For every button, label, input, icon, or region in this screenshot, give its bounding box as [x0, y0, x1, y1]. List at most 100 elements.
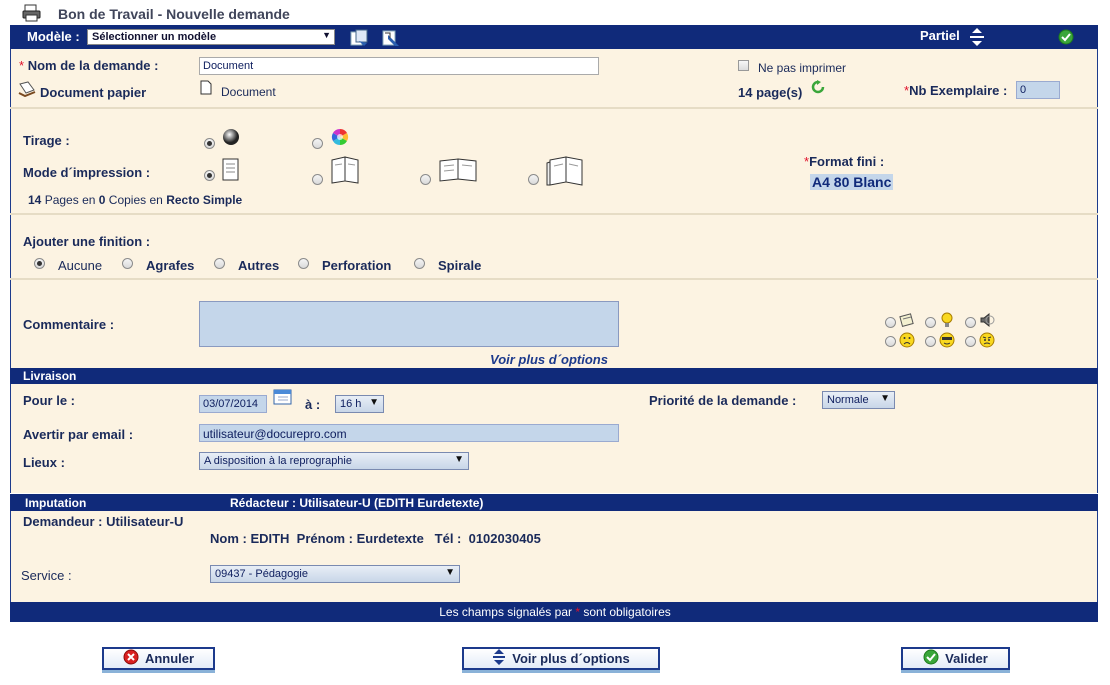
annuler-button[interactable]: Annuler	[102, 647, 215, 670]
impression-summary: 14 Pages en 0 Copies en Recto Simple	[28, 193, 243, 207]
finition-autres-label: Autres	[238, 258, 280, 273]
mode-recto-verso-radio[interactable]	[312, 174, 323, 185]
annuler-label: Annuler	[144, 651, 195, 666]
redacteur-text: Rédacteur : Utilisateur-U (EDITH Eurdete…	[230, 496, 484, 510]
emoji-4-radio[interactable]	[885, 336, 896, 347]
page-count: 14 page(s)	[738, 85, 803, 100]
heure-select[interactable]: 16 h ▼	[335, 395, 384, 413]
smiley-angry-icon	[979, 332, 995, 351]
expand-vertical-icon[interactable]	[969, 27, 985, 50]
chevron-down-icon: ▼	[445, 567, 455, 578]
color-wheel-icon	[331, 128, 349, 149]
mode-impression-label: Mode d´impression :	[23, 165, 151, 180]
note-icon	[899, 312, 915, 331]
tirage-couleur-radio[interactable]	[312, 138, 323, 149]
edit-model-icon[interactable]	[382, 29, 402, 50]
smiley-sad-icon	[899, 332, 915, 351]
finition-perforation-radio[interactable]	[298, 258, 309, 269]
page-title: Bon de Travail - Nouvelle demande	[58, 6, 290, 22]
heure-value: 16 h	[340, 398, 362, 410]
chevron-down-icon: ▼	[322, 30, 331, 40]
finition-label: Ajouter une finition :	[23, 234, 151, 249]
voir-plus-options-link[interactable]: Voir plus d´options	[490, 352, 608, 367]
commentaire-label: Commentaire :	[23, 317, 115, 332]
finition-agrafes-radio[interactable]	[122, 258, 133, 269]
valider-label: Valider	[945, 651, 988, 666]
emoji-1-radio[interactable]	[885, 317, 896, 328]
mode-livret-radio[interactable]	[528, 174, 539, 185]
nb-exemplaire-input[interactable]: 0	[1016, 81, 1060, 99]
document-paper-icon	[18, 81, 36, 100]
voir-plus-options-button[interactable]: Voir plus d´options	[462, 647, 660, 670]
emoji-2-radio[interactable]	[925, 317, 936, 328]
chevron-down-icon: ▼	[369, 397, 379, 408]
tirage-noir-radio[interactable]	[204, 138, 215, 149]
document-link[interactable]: Document	[221, 85, 276, 99]
livraison-title: Livraison	[23, 369, 77, 383]
nb-exemplaire-label: *Nb Exemplaire :	[904, 83, 1008, 98]
speaker-icon	[979, 312, 995, 331]
expand-vertical-icon	[492, 648, 506, 669]
imputation-title: Imputation	[25, 496, 87, 510]
modele-label: Modèle :	[27, 29, 80, 44]
nom-demande-input[interactable]: Document	[199, 57, 599, 75]
pour-le-label: Pour le :	[23, 393, 76, 408]
mode-paysage-radio[interactable]	[420, 174, 431, 185]
format-fini-label: *Format fini :	[804, 154, 885, 169]
lieux-value: A disposition à la reprographie	[204, 455, 352, 467]
partiel-label: Partiel	[920, 28, 960, 43]
voir-plus-label: Voir plus d´options	[512, 651, 630, 666]
date-input[interactable]: 03/07/2014	[199, 395, 267, 413]
lightbulb-icon	[939, 312, 955, 331]
emoji-5-radio[interactable]	[925, 336, 936, 347]
emoji-6-radio[interactable]	[965, 336, 976, 347]
ne-pas-imprimer-checkbox[interactable]	[738, 60, 749, 71]
demandeur-details: Nom : EDITH Prénom : Eurdetexte Tél : 01…	[210, 531, 541, 546]
commentaire-textarea[interactable]	[199, 301, 619, 347]
finition-aucune-label: Aucune	[58, 258, 103, 273]
service-select[interactable]: 09437 - Pédagogie ▼	[210, 565, 460, 583]
lieux-label: Lieux :	[23, 455, 65, 470]
cancel-icon	[123, 649, 139, 668]
load-model-icon[interactable]	[350, 29, 368, 50]
calendar-icon[interactable]	[273, 386, 293, 409]
required-notice: Les champs signalés par * sont obligatoi…	[439, 605, 671, 619]
format-fini-value[interactable]: A4 80 Blanc	[810, 174, 894, 190]
mode-recto-radio[interactable]	[204, 170, 215, 181]
valider-button[interactable]: Valider	[901, 647, 1010, 670]
document-icon	[200, 80, 212, 98]
refresh-icon[interactable]	[811, 80, 825, 97]
finition-spirale-radio[interactable]	[414, 258, 425, 269]
recto-page-icon	[222, 158, 240, 185]
livraison-header	[10, 368, 1098, 384]
imputation-header	[10, 494, 1098, 511]
modele-select[interactable]: Sélectionner un modèle ▼	[87, 29, 335, 45]
book-landscape-icon	[438, 158, 478, 185]
ne-pas-imprimer-label: Ne pas imprimer	[758, 61, 847, 75]
service-value: 09437 - Pédagogie	[215, 568, 308, 580]
black-white-icon	[222, 128, 240, 149]
tirage-label: Tirage :	[23, 133, 70, 148]
nom-demande-label: * Nom de la demande :	[19, 58, 159, 73]
document-papier-label: Document papier	[40, 85, 147, 100]
priorite-label: Priorité de la demande :	[649, 393, 797, 408]
a-label: à :	[305, 397, 321, 412]
finition-perforation-label: Perforation	[322, 258, 392, 273]
finition-aucune-radio[interactable]	[34, 258, 45, 269]
priorite-select[interactable]: Normale ▼	[822, 391, 895, 409]
printer-icon	[22, 4, 42, 25]
lieux-select[interactable]: A disposition à la reprographie ▼	[199, 452, 469, 470]
smiley-cool-icon	[939, 332, 955, 351]
finition-agrafes-label: Agrafes	[146, 258, 195, 273]
check-ok-icon	[1058, 29, 1074, 48]
book-open-icon	[546, 154, 586, 189]
book-portrait-icon	[330, 156, 362, 187]
email-input[interactable]: utilisateur@docurepro.com	[199, 424, 619, 442]
service-label: Service :	[21, 568, 72, 583]
check-ok-icon	[923, 649, 939, 668]
finition-autres-radio[interactable]	[214, 258, 225, 269]
emoji-3-radio[interactable]	[965, 317, 976, 328]
chevron-down-icon: ▼	[454, 454, 464, 465]
priorite-value: Normale	[827, 394, 869, 406]
modele-select-value: Sélectionner un modèle	[92, 31, 217, 43]
